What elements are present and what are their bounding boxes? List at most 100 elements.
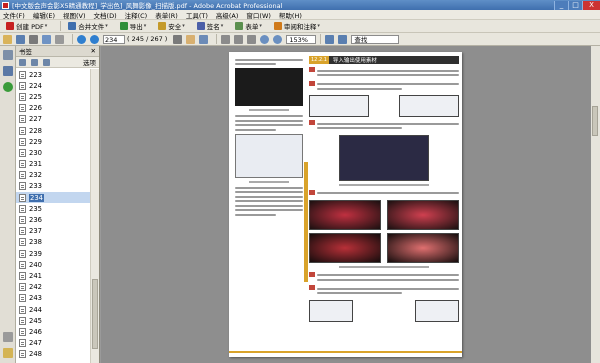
bookmark-item[interactable]: 227: [16, 114, 90, 125]
menu-edit[interactable]: 编辑(E): [33, 10, 55, 20]
menu-comments[interactable]: 注释(C): [125, 10, 148, 20]
attachments-icon[interactable]: [2, 332, 13, 342]
menu-bar: 文件(F) 编辑(E) 视图(V) 文档(D) 注释(C) 表单(R) 工具(T…: [0, 10, 600, 20]
bookmark-item[interactable]: 229: [16, 136, 90, 147]
close-button[interactable]: X: [582, 0, 600, 10]
minimize-button[interactable]: _: [554, 0, 568, 10]
document-scrollbar[interactable]: [591, 46, 600, 363]
menu-advanced[interactable]: 高级(A): [216, 10, 239, 20]
bookmark-item[interactable]: 233: [16, 181, 90, 192]
bookmark-item[interactable]: 230: [16, 147, 90, 158]
combine-files-button[interactable]: 合并文件 ▾: [65, 21, 111, 32]
hand-tool-icon[interactable]: [186, 34, 196, 44]
email-icon[interactable]: [42, 34, 51, 44]
menu-tools[interactable]: 工具(T): [186, 10, 208, 20]
bookmark-item[interactable]: 248: [16, 349, 90, 360]
previous-page-icon[interactable]: [77, 34, 86, 44]
menu-help[interactable]: 帮助(H): [279, 10, 302, 20]
bookmark-item[interactable]: 235: [16, 203, 90, 214]
menu-document[interactable]: 文档(D): [94, 10, 117, 20]
bookmark-options-menu[interactable]: 选项: [83, 57, 96, 67]
export-button[interactable]: 导出 ▾: [117, 21, 150, 32]
zoom-tool-icon[interactable]: [199, 34, 209, 44]
save-icon[interactable]: [16, 34, 25, 44]
step-number-badge: [309, 189, 315, 195]
bookmark-item[interactable]: 232: [16, 170, 90, 181]
new-bookmark-icon[interactable]: [31, 58, 38, 66]
fit-width-icon[interactable]: [247, 34, 257, 44]
maximize-button[interactable]: □: [568, 0, 582, 10]
text-line: [235, 124, 303, 126]
title-bar: [中文版会声会影X5精通教程]_学出色]_风舞影像_扫描版.pdf - Adob…: [0, 0, 600, 10]
signatures-panel-icon[interactable]: [2, 82, 13, 92]
bookmark-item[interactable]: 228: [16, 125, 90, 136]
search-doc-icon[interactable]: [55, 34, 64, 44]
zoom-select[interactable]: 153%: [286, 34, 317, 44]
bookmark-page-icon: [19, 216, 26, 225]
bookmark-item[interactable]: 243: [16, 293, 90, 304]
chevron-down-icon: ▾: [317, 23, 320, 29]
bookmark-page-icon: [19, 160, 26, 169]
bookmark-label: 231: [29, 160, 42, 169]
bookmark-item[interactable]: 234: [16, 192, 90, 204]
bookmark-page-icon: [19, 339, 26, 348]
menu-window[interactable]: 窗口(W): [246, 10, 271, 20]
combine-files-label: 合并文件: [78, 23, 105, 31]
zoom-out-icon[interactable]: [260, 34, 270, 44]
bookmark-item[interactable]: 241: [16, 270, 90, 281]
menu-file[interactable]: 文件(F): [3, 10, 25, 20]
bookmark-item[interactable]: 237: [16, 226, 90, 237]
navigation-pane-strip: [0, 46, 16, 363]
bookmark-item[interactable]: 247: [16, 338, 90, 349]
bookmark-item[interactable]: 224: [16, 80, 90, 91]
sign-button[interactable]: 签名 ▾: [194, 21, 227, 32]
delete-bookmark-icon[interactable]: [19, 58, 26, 66]
create-pdf-button[interactable]: 创建 PDF ▾: [3, 21, 50, 32]
bookmark-item[interactable]: 236: [16, 214, 90, 225]
bookmark-item[interactable]: 239: [16, 248, 90, 259]
select-tool-icon[interactable]: [173, 34, 183, 44]
menu-forms[interactable]: 表单(R): [155, 10, 178, 20]
next-page-icon[interactable]: [90, 34, 99, 44]
actual-size-icon[interactable]: [221, 34, 231, 44]
forms-button[interactable]: 表单 ▾: [232, 21, 265, 32]
pages-panel-icon[interactable]: [2, 50, 13, 60]
bookmark-item[interactable]: 246: [16, 326, 90, 337]
bookmark-item[interactable]: 238: [16, 237, 90, 248]
comments-panel-icon[interactable]: [2, 348, 13, 358]
scrollbar-thumb[interactable]: [592, 106, 598, 136]
review-comment-button[interactable]: 审阅和注释 ▾: [271, 21, 323, 32]
firework-image: [309, 199, 381, 230]
page-left-column: [235, 56, 303, 351]
document-viewport[interactable]: 12.2.1 导入输出使用素材: [101, 46, 591, 363]
text-line: [317, 69, 459, 72]
close-panel-icon[interactable]: ✕: [91, 47, 96, 55]
create-pdf-label: 创建 PDF: [16, 23, 44, 31]
bookmark-item[interactable]: 231: [16, 159, 90, 170]
bookmarks-panel-icon[interactable]: [2, 66, 13, 76]
menu-view[interactable]: 视图(V): [63, 10, 86, 20]
bookmark-item[interactable]: 242: [16, 282, 90, 293]
page-number-input[interactable]: 234: [103, 34, 125, 44]
open-folder-icon[interactable]: [3, 34, 12, 44]
bookmark-label: 228: [29, 126, 42, 135]
scrollbar-thumb[interactable]: [92, 279, 98, 349]
zoom-in-icon[interactable]: [273, 34, 283, 44]
rotate-icon[interactable]: [338, 34, 348, 44]
secure-button[interactable]: 安全 ▾: [155, 21, 188, 32]
bookmark-item[interactable]: 223: [16, 69, 90, 80]
fit-page-icon[interactable]: [234, 34, 244, 44]
bookmark-item[interactable]: 225: [16, 91, 90, 102]
expand-bookmark-icon[interactable]: [43, 58, 50, 66]
page-layout-icon[interactable]: [325, 34, 335, 44]
print-icon[interactable]: [29, 34, 38, 44]
bookmarks-scrollbar[interactable]: [90, 69, 99, 363]
bookmark-item[interactable]: 226: [16, 103, 90, 114]
bookmark-item[interactable]: 245: [16, 315, 90, 326]
bookmark-item[interactable]: 244: [16, 304, 90, 315]
combine-files-icon: [68, 22, 77, 30]
bookmark-label: 227: [29, 115, 42, 124]
bookmark-item[interactable]: 240: [16, 259, 90, 270]
find-input[interactable]: 查找: [351, 34, 400, 44]
section-heading: 12.2.1 导入输出使用素材: [309, 56, 459, 64]
